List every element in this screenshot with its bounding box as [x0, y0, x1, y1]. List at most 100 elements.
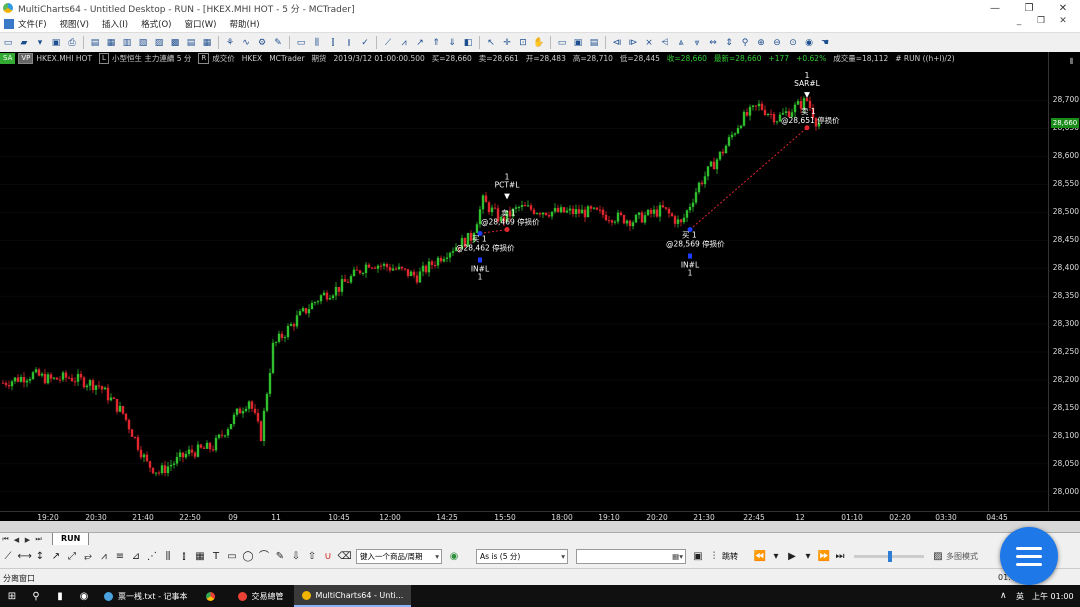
- fib-retrace-icon[interactable]: ≡: [114, 550, 127, 563]
- delete-drawing-icon[interactable]: ⌫: [338, 550, 352, 563]
- speed-slider[interactable]: [854, 551, 924, 562]
- strategy-icon[interactable]: ⚙: [256, 37, 269, 49]
- zoom-reset-icon[interactable]: ⊙: [787, 37, 800, 49]
- floating-menu-button[interactable]: [1000, 527, 1058, 585]
- sa-badge[interactable]: SA: [0, 53, 16, 64]
- zoom-out-icon[interactable]: ⊖: [771, 37, 784, 49]
- next-tab-icon[interactable]: ▶: [22, 536, 33, 544]
- rewind-icon[interactable]: ⏪: [754, 550, 767, 563]
- minimize-icon[interactable]: —: [978, 3, 1012, 14]
- menu-help[interactable]: 帮助(H): [230, 18, 260, 30]
- trade-bar-icon[interactable]: ▩: [169, 37, 182, 49]
- jump-calendar-icon[interactable]: ▣: [692, 550, 705, 563]
- menu-file[interactable]: 文件(F): [18, 18, 47, 30]
- mdi-minimize-icon[interactable]: _: [1008, 16, 1030, 26]
- grid-icon[interactable]: ▦: [194, 550, 207, 563]
- arrow-icon[interactable]: ↗: [50, 550, 63, 563]
- color-icon[interactable]: ◧: [462, 37, 475, 49]
- menu-view[interactable]: 视图(V): [60, 18, 89, 30]
- vp-badge[interactable]: VP: [18, 53, 34, 64]
- format-icon[interactable]: ▭: [556, 37, 569, 49]
- arrow-down-icon[interactable]: ⇓: [446, 37, 459, 49]
- scanner-icon[interactable]: ▦: [105, 37, 118, 49]
- open-folder-icon[interactable]: ▰: [18, 37, 31, 49]
- cursor-icon[interactable]: ↖: [485, 37, 498, 49]
- print-preview-icon[interactable]: ▤: [588, 37, 601, 49]
- settings-icon[interactable]: ▣: [572, 37, 585, 49]
- multi-chart-icon[interactable]: ▨: [932, 550, 945, 563]
- print-icon[interactable]: ⎙: [66, 37, 79, 49]
- ime-indicator[interactable]: 英: [1016, 591, 1024, 602]
- taskbar-item[interactable]: 票一桟.txt - 记事本: [96, 585, 196, 607]
- check-icon[interactable]: ✓: [359, 37, 372, 49]
- windows-start-icon[interactable]: ⊞: [0, 591, 24, 602]
- taskbar-item[interactable]: 交易總管: [230, 585, 292, 607]
- zoom-window-icon[interactable]: ⊡: [517, 37, 530, 49]
- menu-insert[interactable]: 插入(I): [102, 18, 128, 30]
- fib-icon[interactable]: ⩘: [398, 37, 411, 49]
- link-icon[interactable]: ∿: [240, 37, 253, 49]
- step-forward-icon[interactable]: ⏩: [818, 550, 831, 563]
- resolution-select[interactable]: As is (5 分) ▾: [476, 549, 568, 564]
- pinned-app-icon[interactable]: ◉: [72, 591, 96, 602]
- close-icon[interactable]: ✕: [1046, 3, 1080, 14]
- draw-icon[interactable]: ⟋: [382, 37, 395, 49]
- ohlc-icon[interactable]: ⫿: [327, 37, 340, 49]
- scroll-left-icon[interactable]: ⧏: [611, 37, 624, 49]
- play-menu-icon[interactable]: ▾: [802, 550, 815, 563]
- last-tab-icon[interactable]: ⏭: [33, 535, 44, 544]
- freehand-icon[interactable]: ✎: [274, 550, 287, 563]
- new-icon[interactable]: ▭: [2, 37, 15, 49]
- taskbar-item[interactable]: [198, 585, 228, 607]
- order-marker[interactable]: [804, 125, 810, 131]
- mdi-close-icon[interactable]: ✕: [1052, 16, 1074, 26]
- order-book-icon[interactable]: ▧: [137, 37, 150, 49]
- hand-icon[interactable]: ✋: [533, 37, 546, 49]
- up-arrow-icon[interactable]: ⇧: [306, 550, 319, 563]
- align-icon[interactable]: ⇕: [723, 37, 736, 49]
- jump-button[interactable]: 跳转: [722, 551, 738, 562]
- restore-icon[interactable]: ❐: [1012, 3, 1046, 14]
- magnet-icon[interactable]: ∪: [322, 550, 335, 563]
- zoom-in-icon[interactable]: ⊕: [755, 37, 768, 49]
- market-scanner-icon[interactable]: ▤: [185, 37, 198, 49]
- clock[interactable]: 上午 01:00: [1032, 591, 1074, 602]
- speed-lines-icon[interactable]: ⋰: [146, 550, 159, 563]
- move-up-icon[interactable]: ⩓: [675, 37, 688, 49]
- hand-drag-icon[interactable]: ☚: [819, 37, 832, 49]
- mdi-restore-icon[interactable]: ❐: [1030, 16, 1052, 26]
- multi-chart-label[interactable]: 多图模式: [946, 551, 978, 562]
- menu-window[interactable]: 窗口(W): [184, 18, 216, 30]
- dom-icon[interactable]: ▥: [121, 37, 134, 49]
- prev-tab-icon[interactable]: ◀: [11, 536, 22, 544]
- fit-icon[interactable]: ⇔: [707, 37, 720, 49]
- ray-icon[interactable]: ⤢: [66, 550, 79, 563]
- arc-icon[interactable]: ⌒: [258, 550, 271, 563]
- text-icon[interactable]: T: [210, 550, 223, 563]
- horizontal-line-icon[interactable]: ⟷: [18, 550, 32, 563]
- pitchfork-icon[interactable]: ⩘: [98, 550, 111, 563]
- crosshair-icon[interactable]: ✛: [501, 37, 514, 49]
- chart-window-icon[interactable]: [4, 19, 14, 29]
- slider-thumb[interactable]: [888, 551, 892, 562]
- expand-toggle[interactable]: L: [99, 53, 109, 64]
- expand-icon[interactable]: ⨯: [643, 37, 656, 49]
- jump-icon[interactable]: ⫶: [708, 550, 721, 563]
- chevron-down-icon[interactable]: ▾: [561, 550, 565, 563]
- end-icon[interactable]: ⏭: [834, 550, 847, 563]
- taskbar-item-active[interactable]: MultiCharts64 - Unti...: [293, 585, 412, 607]
- vertical-line-icon[interactable]: ↕: [34, 550, 47, 563]
- portfolio-icon[interactable]: ▨: [153, 37, 166, 49]
- indicator-icon[interactable]: ⚘: [224, 37, 237, 49]
- prev-bar-icon[interactable]: ▾: [770, 550, 783, 563]
- menu-format[interactable]: 格式(O): [141, 18, 171, 30]
- down-arrow-icon[interactable]: ⇩: [290, 550, 303, 563]
- save-icon[interactable]: ▣: [50, 37, 63, 49]
- gann-icon[interactable]: ⊿: [130, 550, 143, 563]
- cycle-icon[interactable]: ⫾: [178, 550, 191, 563]
- scroll-right-icon[interactable]: ⧐: [627, 37, 640, 49]
- bar-chart-icon[interactable]: ⫼: [311, 37, 324, 49]
- backtest-icon[interactable]: ▦: [201, 37, 214, 49]
- trendline-icon[interactable]: ⟋: [2, 550, 15, 563]
- price-chart[interactable]: 买 1@28,462 停损价IN#L11PCT#L▼卖 1@28,469 停损价…: [0, 65, 1048, 511]
